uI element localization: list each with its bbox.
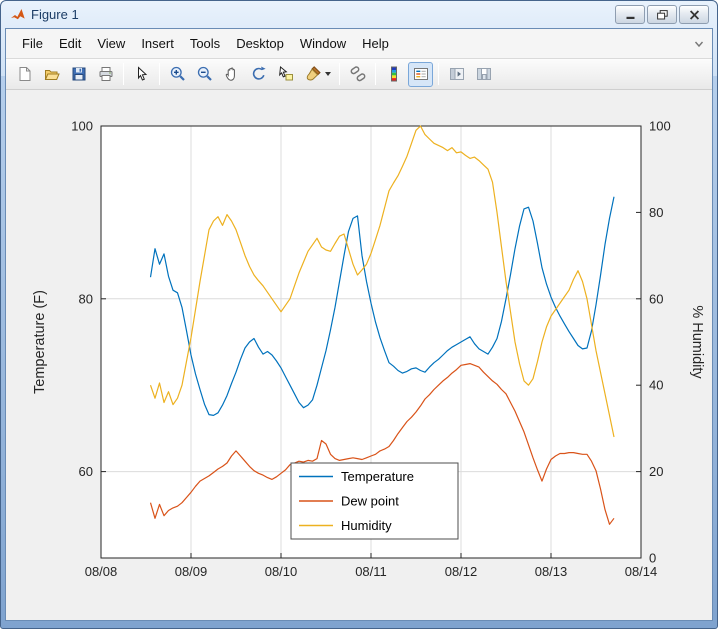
menu-item-edit[interactable]: Edit: [51, 32, 89, 55]
figure-window: Figure 1 FileEditViewInsertToolsDesktopW…: [0, 0, 718, 629]
svg-text:60: 60: [649, 291, 663, 306]
figure-plot: 08/08 08/09 08/10 08/11 08/12 08/13 08/14 60 80 1…: [6, 90, 712, 620]
menu-item-view[interactable]: View: [89, 32, 133, 55]
insert-colorbar-icon: [385, 65, 403, 83]
svg-text:08/08: 08/08: [85, 564, 118, 579]
show-plot-tools-icon: [475, 65, 493, 83]
svg-text:08/11: 08/11: [355, 564, 387, 579]
svg-text:08/10: 08/10: [265, 564, 298, 579]
show-plot-tools-button[interactable]: [471, 62, 496, 87]
window-controls: [615, 5, 711, 24]
toolbar: [6, 59, 712, 90]
save-figure-button[interactable]: [66, 62, 91, 87]
insert-colorbar-button[interactable]: [381, 62, 406, 87]
matlab-figure-icon: [10, 7, 26, 23]
pan-icon: [223, 65, 241, 83]
brush-icon: [304, 65, 322, 83]
edit-plot-button[interactable]: [129, 62, 154, 87]
menu-item-desktop[interactable]: Desktop: [228, 32, 292, 55]
toolbar-separator: [339, 63, 340, 85]
toolbar-separator: [438, 63, 439, 85]
window-title: Figure 1: [31, 7, 79, 22]
print-figure-icon: [97, 65, 115, 83]
legend-label: Dew point: [341, 494, 399, 509]
legend-label: Humidity: [341, 518, 392, 533]
brush-button[interactable]: [300, 62, 334, 87]
close-icon: [689, 10, 700, 20]
svg-text:20: 20: [649, 464, 663, 479]
svg-text:0: 0: [649, 551, 656, 566]
titlebar[interactable]: Figure 1: [5, 1, 713, 28]
restore-icon: [657, 10, 668, 20]
left-axis-label: Temperature (F): [32, 290, 48, 394]
minimize-icon: [625, 10, 636, 20]
menu-item-window[interactable]: Window: [292, 32, 354, 55]
svg-text:08/14: 08/14: [625, 564, 658, 579]
save-figure-icon: [70, 65, 88, 83]
link-plot-button[interactable]: [345, 62, 370, 87]
toolbar-separator: [375, 63, 376, 85]
dropdown-arrow-icon[interactable]: [325, 72, 331, 76]
menu-item-tools[interactable]: Tools: [182, 32, 228, 55]
zoom-in-icon: [169, 65, 187, 83]
zoom-out-icon: [196, 65, 214, 83]
zoom-out-button[interactable]: [192, 62, 217, 87]
pan-button[interactable]: [219, 62, 244, 87]
hide-plot-tools-icon: [448, 65, 466, 83]
restore-button[interactable]: [647, 5, 677, 24]
svg-text:100: 100: [649, 119, 671, 134]
legend-label: Temperature: [341, 469, 414, 484]
svg-text:40: 40: [649, 378, 663, 393]
new-figure-button[interactable]: [12, 62, 37, 87]
svg-text:100: 100: [71, 119, 93, 134]
insert-legend-icon: [412, 65, 430, 83]
toolbar-separator: [123, 63, 124, 85]
menubar: FileEditViewInsertToolsDesktopWindowHelp: [6, 29, 712, 59]
menu-item-insert[interactable]: Insert: [133, 32, 182, 55]
print-figure-button[interactable]: [93, 62, 118, 87]
data-cursor-icon: [277, 65, 295, 83]
rotate-3d-button[interactable]: [246, 62, 271, 87]
legend[interactable]: Temperature Dew point Humidity: [291, 463, 458, 539]
open-file-button[interactable]: [39, 62, 64, 87]
new-figure-icon: [16, 65, 34, 83]
svg-text:60: 60: [79, 464, 93, 479]
edit-plot-icon: [133, 65, 151, 83]
svg-text:08/09: 08/09: [175, 564, 208, 579]
right-axis-label: % Humidity: [689, 305, 705, 379]
window-client-area: FileEditViewInsertToolsDesktopWindowHelp…: [5, 28, 713, 621]
minimize-button[interactable]: [615, 5, 645, 24]
menu-item-help[interactable]: Help: [354, 32, 397, 55]
svg-text:80: 80: [649, 205, 663, 220]
rotate-3d-icon: [250, 65, 268, 83]
svg-text:08/13: 08/13: [535, 564, 568, 579]
close-button[interactable]: [679, 5, 709, 24]
figure-canvas: 08/08 08/09 08/10 08/11 08/12 08/13 08/14 60 80 1…: [6, 90, 712, 620]
zoom-in-button[interactable]: [165, 62, 190, 87]
hide-plot-tools-button[interactable]: [444, 62, 469, 87]
menubar-chevron-icon[interactable]: [694, 39, 704, 49]
data-cursor-button[interactable]: [273, 62, 298, 87]
insert-legend-button[interactable]: [408, 62, 433, 87]
svg-text:80: 80: [79, 291, 93, 306]
menu-item-file[interactable]: File: [14, 32, 51, 55]
toolbar-separator: [159, 63, 160, 85]
open-file-icon: [43, 65, 61, 83]
link-plot-icon: [349, 65, 367, 83]
svg-text:08/12: 08/12: [445, 564, 478, 579]
